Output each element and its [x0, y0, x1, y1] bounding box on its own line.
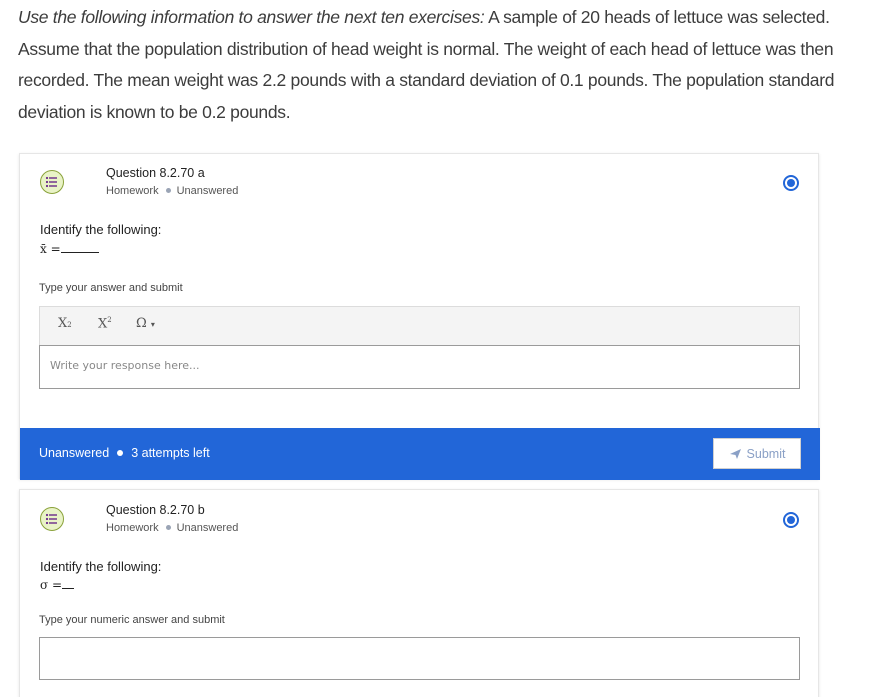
question-meta: Homework Unanswered: [106, 185, 238, 197]
answer-blank: [60, 252, 99, 253]
answer-footer-bar: Unanswered 3 attempts left Submit: [20, 428, 820, 480]
bookmark-icon[interactable]: [783, 512, 799, 528]
formatting-toolbar: X2 X2 Ω ▾: [39, 306, 800, 346]
question-meta: Homework Unanswered: [106, 522, 238, 534]
intro-lead: Use the following information to answer …: [18, 7, 485, 27]
symbol-label: σ =: [40, 578, 63, 592]
answer-hint: Type your answer and submit: [39, 282, 183, 294]
question-status: Unanswered: [176, 185, 239, 197]
send-icon: [729, 448, 741, 459]
question-prompt: Identify the following:: [40, 559, 162, 574]
separator-dot: [117, 449, 124, 456]
footer-status: Unanswered: [39, 446, 110, 460]
question-title: Question 8.2.70 a: [106, 166, 205, 180]
intro-text: Use the following information to answer …: [18, 2, 848, 128]
special-characters-button[interactable]: Ω ▾: [136, 316, 155, 331]
numeric-answer-input[interactable]: [39, 637, 800, 680]
separator-dot: [165, 525, 171, 531]
attempts-left: 3 attempts left: [131, 446, 210, 460]
submit-label: Submit: [746, 446, 786, 461]
question-card-a: Question 8.2.70 a Homework Unanswered Ide…: [19, 153, 820, 480]
answer-blank: [62, 588, 75, 589]
list-icon: [40, 507, 64, 531]
answer-hint: Type your numeric answer and submit: [39, 614, 225, 626]
question-card-b: Question 8.2.70 b Homework Unanswered Ide…: [19, 489, 819, 697]
response-textarea[interactable]: Write your response here...: [39, 345, 800, 389]
question-symbol: x̄ =: [40, 242, 99, 256]
list-icon: [40, 170, 64, 194]
question-symbol: σ =: [40, 578, 75, 592]
question-category: Homework: [106, 185, 159, 197]
separator-dot: [165, 188, 171, 194]
question-prompt: Identify the following:: [40, 222, 162, 237]
bookmark-icon[interactable]: [783, 175, 799, 191]
subscript-button[interactable]: X2: [58, 316, 72, 331]
question-category: Homework: [106, 522, 159, 534]
superscript-button[interactable]: X2: [98, 316, 112, 331]
symbol-label: x̄ =: [40, 242, 61, 256]
submit-button[interactable]: Submit: [713, 438, 801, 469]
question-title: Question 8.2.70 b: [106, 503, 205, 517]
attempts-status: Unanswered 3 attempts left: [39, 446, 210, 460]
question-status: Unanswered: [176, 522, 239, 534]
